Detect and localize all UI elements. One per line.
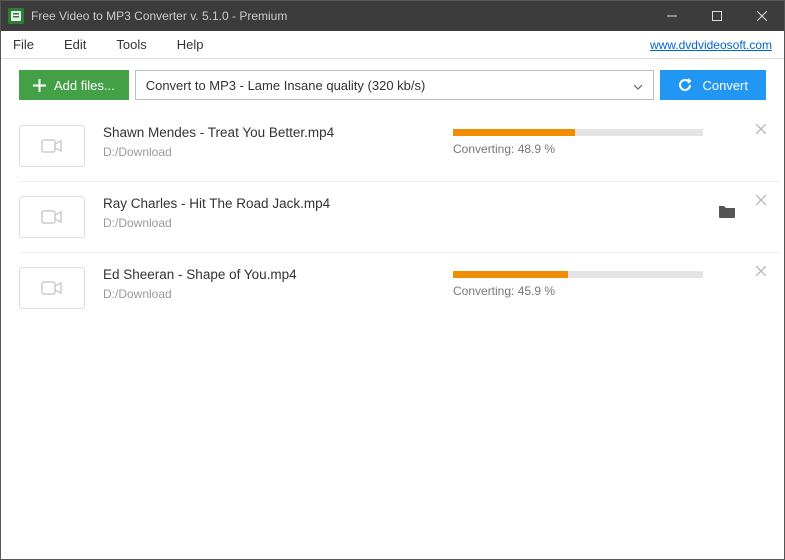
menu-file[interactable]: File [13, 37, 34, 52]
file-path: D:/Download [103, 145, 453, 159]
progress-bar [453, 129, 703, 136]
refresh-icon [678, 78, 692, 92]
video-thumbnail [19, 125, 85, 167]
progress-fill [453, 129, 575, 136]
toolbar: Add files... Convert to MP3 - Lame Insan… [1, 59, 784, 111]
folder-icon [718, 204, 736, 218]
status-text: Converting: 45.9 % [453, 284, 720, 298]
file-name: Ed Sheeran - Shape of You.mp4 [103, 267, 453, 282]
menu-edit[interactable]: Edit [64, 37, 86, 52]
video-icon [41, 137, 63, 155]
window-title: Free Video to MP3 Converter v. 5.1.0 - P… [31, 9, 287, 23]
file-name: Shawn Mendes - Treat You Better.mp4 [103, 125, 453, 140]
close-button[interactable] [739, 1, 784, 31]
title-bar: Free Video to MP3 Converter v. 5.1.0 - P… [1, 1, 784, 31]
close-icon [756, 124, 766, 134]
list-item: Shawn Mendes - Treat You Better.mp4 D:/D… [19, 111, 780, 182]
minimize-button[interactable] [649, 1, 694, 31]
list-item: Ray Charles - Hit The Road Jack.mp4 D:/D… [19, 182, 780, 253]
plus-icon [33, 79, 46, 92]
chevron-down-icon [633, 78, 643, 93]
list-item: Ed Sheeran - Shape of You.mp4 D:/Downloa… [19, 253, 780, 323]
menu-help[interactable]: Help [177, 37, 204, 52]
video-thumbnail [19, 267, 85, 309]
app-icon [8, 8, 24, 24]
open-folder-button[interactable] [718, 204, 736, 223]
vendor-link[interactable]: www.dvdvideosoft.com [650, 38, 772, 52]
add-files-button[interactable]: Add files... [19, 70, 129, 100]
video-icon [41, 279, 63, 297]
preset-label: Convert to MP3 - Lame Insane quality (32… [146, 78, 426, 93]
remove-item-button[interactable] [756, 192, 766, 208]
maximize-button[interactable] [694, 1, 739, 31]
convert-label: Convert [702, 78, 748, 93]
file-name: Ray Charles - Hit The Road Jack.mp4 [103, 196, 453, 211]
close-icon [756, 195, 766, 205]
remove-item-button[interactable] [756, 121, 766, 137]
video-thumbnail [19, 196, 85, 238]
add-files-label: Add files... [54, 78, 115, 93]
file-path: D:/Download [103, 287, 453, 301]
preset-dropdown[interactable]: Convert to MP3 - Lame Insane quality (32… [135, 70, 655, 100]
menu-bar: File Edit Tools Help www.dvdvideosoft.co… [1, 31, 784, 59]
remove-item-button[interactable] [756, 263, 766, 279]
convert-button[interactable]: Convert [660, 70, 766, 100]
close-icon [756, 266, 766, 276]
file-path: D:/Download [103, 216, 453, 230]
progress-fill [453, 271, 568, 278]
status-text: Converting: 48.9 % [453, 142, 720, 156]
menu-tools[interactable]: Tools [116, 37, 146, 52]
file-list: Shawn Mendes - Treat You Better.mp4 D:/D… [1, 111, 784, 323]
progress-bar [453, 271, 703, 278]
video-icon [41, 208, 63, 226]
